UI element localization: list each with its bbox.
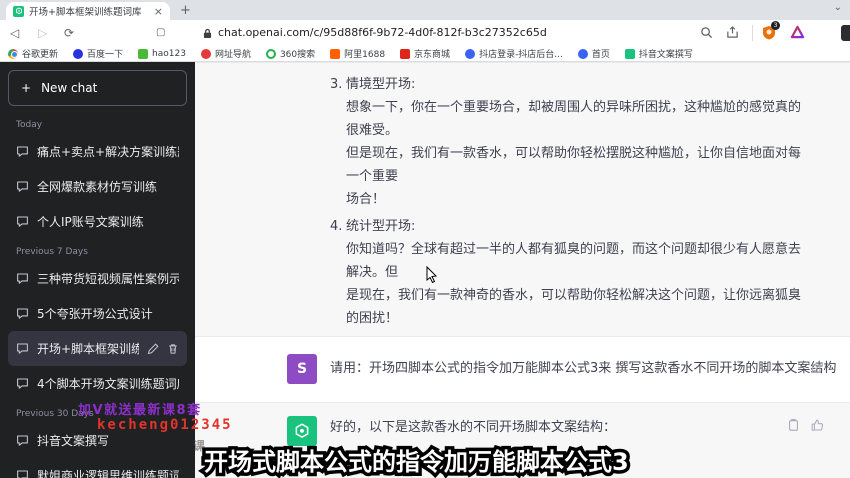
browser-tab[interactable]: 开场+脚本框架训练题词库 × xyxy=(6,2,170,20)
extension-shield-icon[interactable]: 3 xyxy=(762,21,780,44)
section-label-prev7: Previous 7 Days xyxy=(16,247,88,257)
sidebar-item[interactable]: 默姐商业逻辑思维训练题词库 xyxy=(8,458,187,478)
chat-area: 3. 情境型开场: 想象一下，你在一个重要场合，却被周围人的异味所困扰，这种尴尬… xyxy=(195,62,850,478)
sidebar-item[interactable]: 痛点+卖点+解决方案训练题词 xyxy=(8,134,187,169)
chat-bubble-icon xyxy=(17,181,28,192)
tab-close-icon[interactable]: × xyxy=(154,6,163,17)
baidu-icon xyxy=(73,48,84,59)
trash-icon[interactable] xyxy=(167,343,179,355)
new-tab-button[interactable]: + xyxy=(180,4,191,17)
lock-icon xyxy=(203,27,212,43)
chat-bubble-icon xyxy=(17,470,28,478)
thumbs-up-icon[interactable] xyxy=(810,418,824,432)
user-avatar: S xyxy=(287,354,317,384)
chatgpt-favicon-icon xyxy=(13,5,24,17)
mouse-cursor xyxy=(426,266,438,284)
user-message: S 请用：开场四脚本公式的指令加万能脚本公式3来 撰写这款香水不同开场的脚本文案… xyxy=(195,337,850,402)
bookmark-item[interactable]: 360搜索 xyxy=(265,47,315,60)
chat-bubble-icon xyxy=(17,216,28,227)
sidebar-item[interactable]: 5个夸张开场公式设计 xyxy=(8,296,187,331)
chat-bubble-icon xyxy=(17,378,28,389)
alibaba-icon xyxy=(330,48,341,59)
bookmark-item[interactable]: 谷歌更新 xyxy=(8,47,58,60)
chevron-down-icon[interactable]: ⌄ xyxy=(834,2,842,13)
tab-title: 开场+脚本框架训练题词库 xyxy=(29,7,142,18)
home-icon xyxy=(577,48,588,59)
extension-triangle-icon[interactable] xyxy=(790,25,805,43)
bookmark-item[interactable]: 百度一下 xyxy=(73,47,123,60)
profile-avatar[interactable] xyxy=(841,25,850,41)
bookmark-item[interactable]: hao123 xyxy=(138,48,186,59)
360-search-icon xyxy=(265,48,276,59)
edit-pencil-icon[interactable] xyxy=(147,342,159,355)
browser-window: 开场+脚本框架训练题词库 × + ⌄ ◁ ▷ ⟳ ▢ chat.openai.c… xyxy=(0,0,850,478)
extension-badge: 3 xyxy=(771,21,780,30)
sidebar-item-selected[interactable]: 开场+脚本框架训练题 xyxy=(8,331,187,366)
forward-icon[interactable]: ▷ xyxy=(38,25,47,41)
chat-bubble-icon xyxy=(17,435,28,446)
section-label-today: Today xyxy=(16,120,43,130)
new-chat-button[interactable]: + New chat xyxy=(8,70,187,106)
video-subtitle: 开场式脚本公式的指令加万能脚本公式3 开场式脚本公式的指令加万能脚本公式3 xyxy=(201,445,633,478)
sidebar-item[interactable]: 4个脚本开场文案训练题词库 xyxy=(8,366,187,401)
chrome-icon xyxy=(8,48,18,59)
chatgpt-bookmark-icon xyxy=(624,48,635,59)
list-item-3: 3. 情境型开场: 想象一下，你在一个重要场合，却被周围人的异味所困扰，这种尴尬… xyxy=(330,77,802,207)
sidebar-item[interactable]: 个人IP账号文案训练 xyxy=(8,204,187,239)
back-icon[interactable]: ◁ xyxy=(10,25,19,41)
reload-icon[interactable]: ⟳ xyxy=(64,25,74,41)
jd-icon xyxy=(400,48,411,59)
sidebar-item[interactable]: 三种带货短视频属性案例示范 xyxy=(8,261,187,296)
nav-site-icon xyxy=(200,48,211,59)
chat-bubble-icon xyxy=(17,343,28,354)
hao123-icon xyxy=(138,48,149,59)
doudian-icon xyxy=(465,48,476,59)
bookmark-item[interactable]: 京东商城 xyxy=(400,47,450,60)
bookmark-item[interactable]: 抖店登录-抖店后台... xyxy=(465,47,563,60)
edit-message-icon[interactable] xyxy=(811,361,824,374)
bookmark-item[interactable]: 阿里1688 xyxy=(330,47,385,60)
share-icon[interactable] xyxy=(726,26,739,43)
assistant-message-top: 3. 情境型开场: 想象一下，你在一个重要场合，却被周围人的异味所困扰，这种尴尬… xyxy=(195,62,850,337)
plus-icon: + xyxy=(21,81,32,95)
watermark-line-1: 加V就送最新课8套 xyxy=(78,403,202,418)
bookmark-item[interactable]: 抖音文案撰写 xyxy=(624,47,693,60)
url-bar[interactable]: chat.openai.com/c/95d88f6f-9b72-4d0f-812… xyxy=(218,26,547,39)
bookmarks-bar: 谷歌更新 百度一下 hao123 网址导航 360搜索 阿里1688 京东商城 … xyxy=(0,46,850,62)
bookmark-item[interactable]: 首页 xyxy=(577,47,610,60)
chat-bubble-icon xyxy=(17,146,28,157)
chat-bubble-icon xyxy=(17,273,28,284)
nav-bar: ◁ ▷ ⟳ ▢ chat.openai.com/c/95d88f6f-9b72-… xyxy=(0,20,850,46)
bookmark-item[interactable]: 网址导航 xyxy=(200,47,251,60)
user-message-text: 请用：开场四脚本公式的指令加万能脚本公式3来 撰写这款香水不同开场的脚本文案结构 xyxy=(330,361,837,376)
list-item-4: 4. 统计型开场: 你知道吗？全球有超过一半的人都有狐臭的问题，而这个问题却很少… xyxy=(330,219,802,326)
assistant-intro: 好的，以下是这款香水的不同开场脚本文案结构： xyxy=(330,420,617,435)
watermark-line-2: kecheng012345 xyxy=(97,417,233,433)
copy-icon[interactable] xyxy=(787,418,800,432)
reading-list-icon[interactable]: ▢ xyxy=(156,25,165,41)
zoom-icon[interactable] xyxy=(700,26,713,43)
toolbar-divider xyxy=(752,25,753,41)
sidebar-item[interactable]: 全网爆款素材仿写训练 xyxy=(8,169,187,204)
tab-strip: 开场+脚本框架训练题词库 × + ⌄ xyxy=(0,0,850,20)
chat-bubble-icon xyxy=(17,308,28,319)
